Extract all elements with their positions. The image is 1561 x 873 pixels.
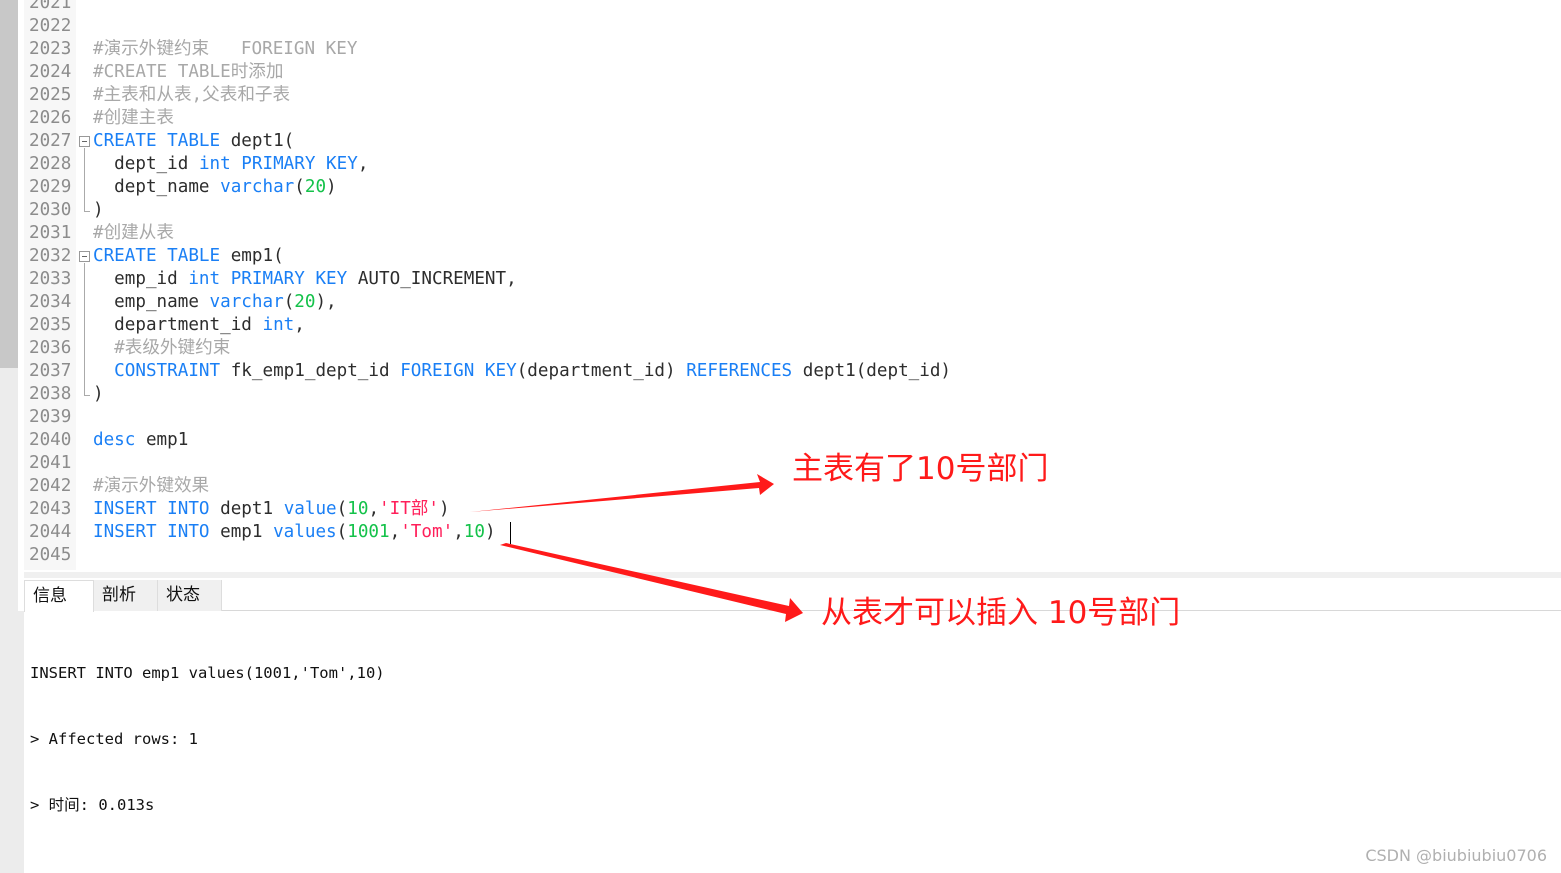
annotation-top: 主表有了10号部门: [792, 451, 1049, 487]
annotation-arrows: [470, 474, 803, 622]
annotation-bottom: 从表才可以插入 10号部门: [821, 595, 1181, 631]
arrow-top: [470, 474, 774, 512]
watermark: CSDN @biubiubiu0706: [1365, 846, 1547, 865]
arrow-bottom: [500, 543, 803, 622]
